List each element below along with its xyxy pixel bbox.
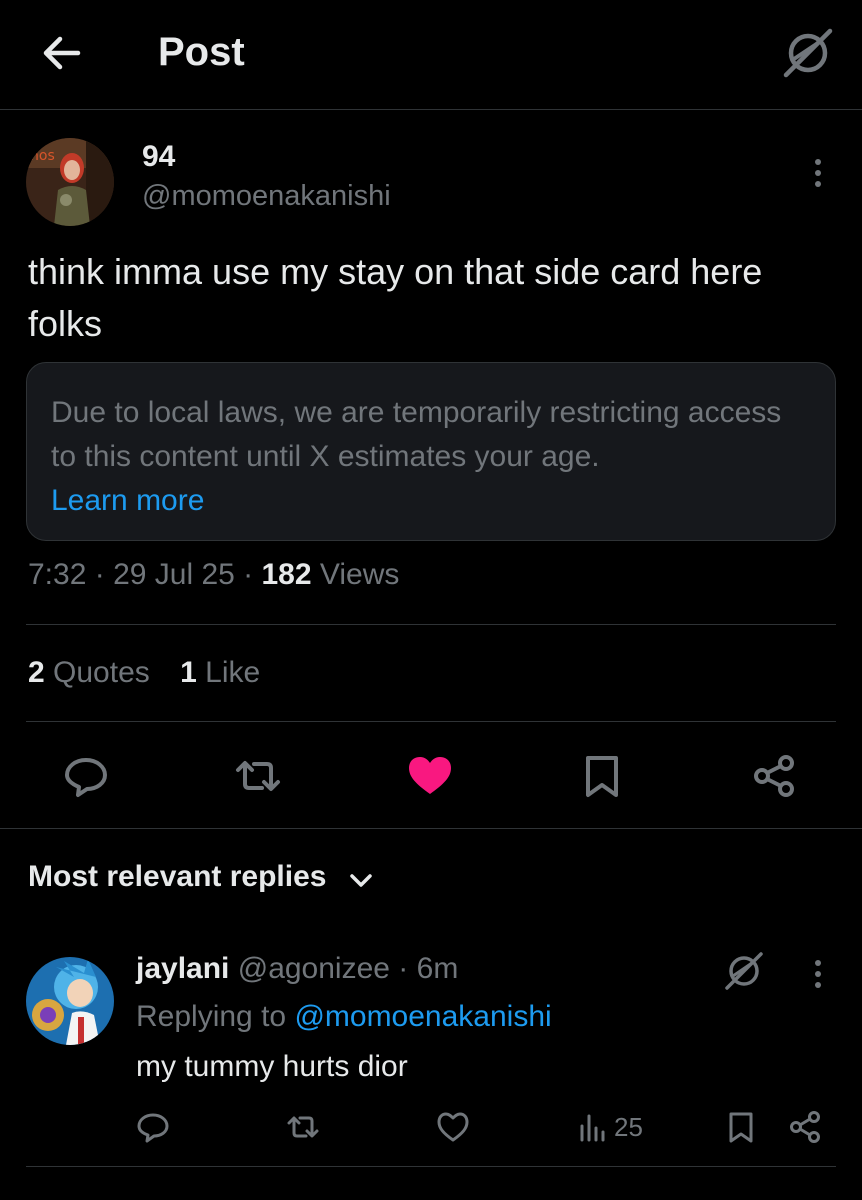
post-meta: 7:32 · 29 Jul 25 · 182 Views xyxy=(28,558,399,592)
grok-icon[interactable] xyxy=(780,27,836,79)
replying-to: Replying to @momoenakanishi xyxy=(136,1000,552,1034)
reply-reply-icon[interactable] xyxy=(136,1110,170,1144)
like-icon-filled[interactable] xyxy=(406,752,454,800)
reply-time[interactable]: 6m xyxy=(417,952,459,985)
chevron-down-icon[interactable] xyxy=(348,868,374,894)
divider xyxy=(26,721,836,722)
back-arrow-icon[interactable] xyxy=(38,30,84,76)
top-bar: Post xyxy=(0,0,862,110)
quotes-label: Quotes xyxy=(53,656,150,689)
quotes-stat[interactable]: 2 Quotes xyxy=(28,656,150,689)
meta-separator: · xyxy=(94,558,114,591)
page-title: Post xyxy=(158,30,245,74)
reply-views-count: 25 xyxy=(614,1111,643,1142)
notice-text: Due to local laws, we are temporarily re… xyxy=(51,396,782,473)
post-text: think imma use my stay on that side card… xyxy=(28,251,763,344)
divider xyxy=(26,1166,836,1167)
svg-text:nos: nos xyxy=(30,148,55,164)
likes-label: Like xyxy=(205,656,261,689)
reply-share-icon[interactable] xyxy=(788,1110,822,1144)
quotes-count: 2 xyxy=(28,656,45,689)
reply-header: jaylani @agonizee · 6m xyxy=(136,952,458,986)
age-restriction-notice: Due to local laws, we are temporarily re… xyxy=(26,362,836,541)
reply-more-options-icon[interactable] xyxy=(808,958,828,990)
share-icon[interactable] xyxy=(750,752,798,800)
reply-author-name[interactable]: jaylani xyxy=(136,952,229,985)
replies-sort-label[interactable]: Most relevant replies xyxy=(28,860,326,894)
bookmark-icon[interactable] xyxy=(578,752,626,800)
likes-stat[interactable]: 1 Like xyxy=(180,656,260,689)
post-time: 7:32 xyxy=(28,558,87,591)
grok-icon[interactable] xyxy=(722,950,766,992)
reply-like-icon[interactable] xyxy=(436,1110,470,1144)
reply-author-handle[interactable]: @agonizee xyxy=(238,952,390,985)
learn-more-link[interactable]: Learn more xyxy=(51,479,811,523)
divider xyxy=(26,624,836,625)
repost-icon[interactable] xyxy=(234,752,282,800)
reply-views[interactable]: 25 xyxy=(578,1110,643,1144)
replying-prefix: Replying to xyxy=(136,1000,287,1033)
reply-repost-icon[interactable] xyxy=(286,1110,320,1144)
reply-text: my tummy hurts dior xyxy=(136,1050,408,1083)
reply-author-avatar[interactable] xyxy=(26,957,114,1045)
author-avatar[interactable]: nos xyxy=(26,138,114,226)
views-count: 182 xyxy=(261,558,312,591)
divider xyxy=(0,828,862,829)
author-handle[interactable]: @momoenakanishi xyxy=(142,180,391,213)
replying-to-link[interactable]: @momoenakanishi xyxy=(294,1000,551,1033)
author-name[interactable]: 94 xyxy=(142,140,175,174)
analytics-icon xyxy=(580,1114,605,1142)
views-label: Views xyxy=(319,558,400,591)
engagement-stats: 2 Quotes 1 Like xyxy=(28,656,260,690)
likes-count: 1 xyxy=(180,656,197,689)
reply-icon[interactable] xyxy=(62,752,110,800)
meta-separator: · xyxy=(243,558,262,591)
reply-separator: · xyxy=(389,952,417,985)
post-date: 29 Jul 25 xyxy=(113,558,235,591)
reply-bookmark-icon[interactable] xyxy=(724,1110,758,1144)
more-options-icon[interactable] xyxy=(806,156,830,190)
